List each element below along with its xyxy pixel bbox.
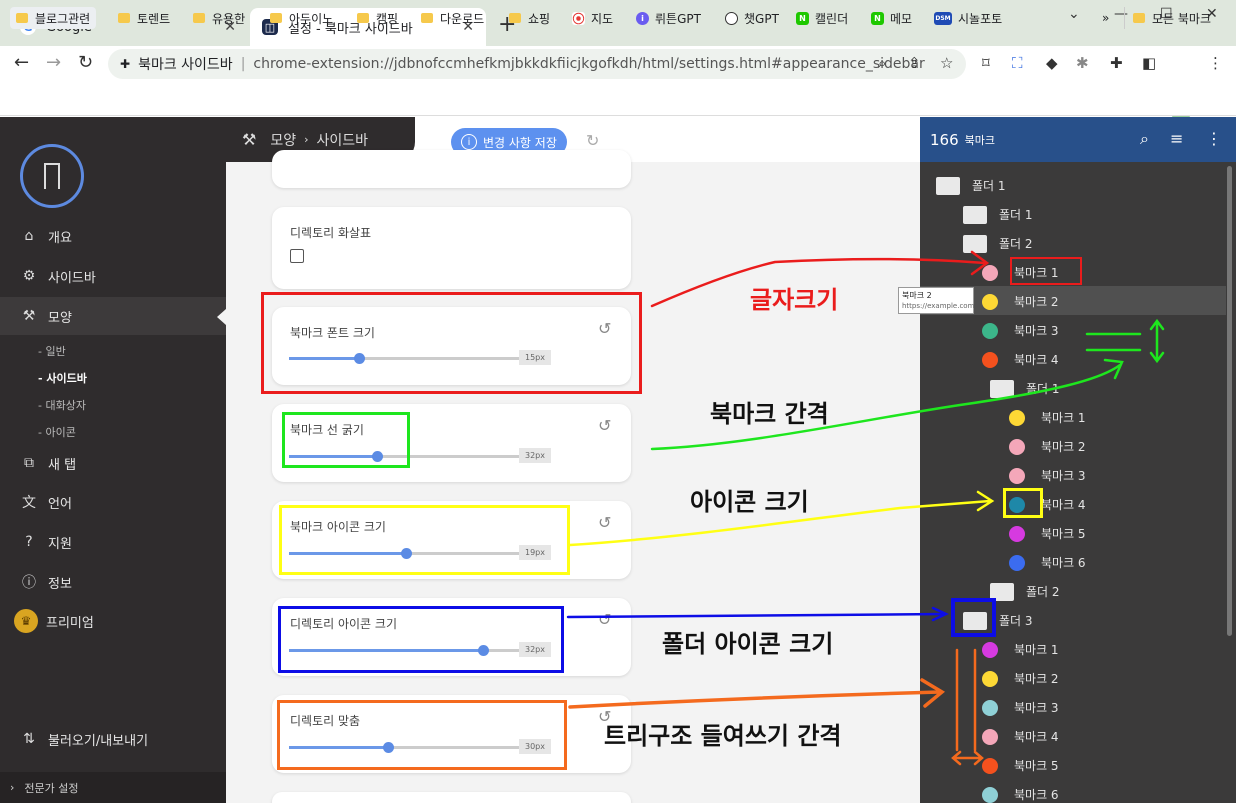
spacing-marker [1085, 318, 1165, 364]
arrow-green [650, 363, 1122, 451]
arrow-orange [568, 690, 942, 709]
annotation-arrows [566, 250, 1165, 766]
arrow-blue [566, 612, 947, 619]
arrow-red [650, 257, 987, 308]
indent-marker [951, 648, 984, 766]
arrow-yellow [568, 499, 992, 547]
